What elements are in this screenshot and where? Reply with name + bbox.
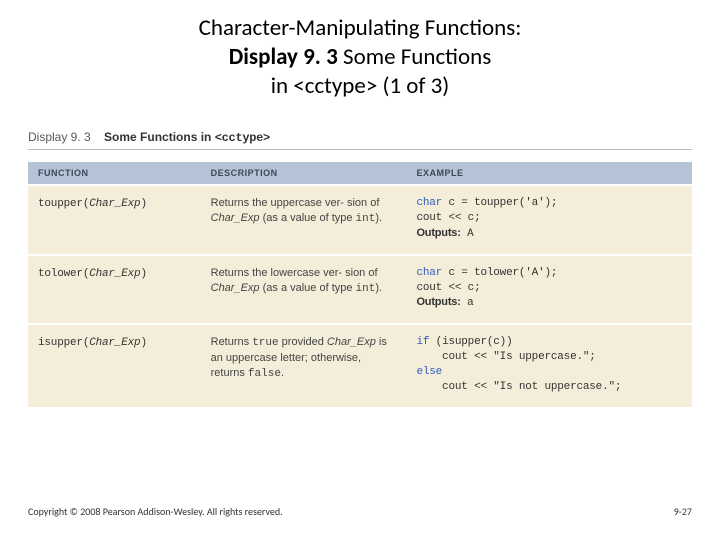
desc-arg: Char_Exp bbox=[211, 212, 260, 224]
cell-description: Returns the lowercase ver- sion of Char_… bbox=[201, 255, 407, 325]
fn-arg: Char_Exp bbox=[89, 198, 140, 210]
code-text: (isupper(c)) bbox=[429, 336, 512, 348]
desc-text: (as a value of type bbox=[260, 282, 356, 294]
desc-text: Returns the lowercase ver- sion of bbox=[211, 267, 378, 279]
desc-text: ). bbox=[375, 282, 382, 294]
desc-text: . bbox=[281, 367, 284, 379]
title-line-1: Character-Manipulating Functions: bbox=[28, 14, 692, 43]
page-number: 9-27 bbox=[674, 505, 692, 518]
cell-function: tolower(Char_Exp) bbox=[28, 255, 201, 325]
desc-text: ). bbox=[375, 212, 382, 224]
code-text: c = tolower('A'); bbox=[442, 267, 557, 279]
desc-kw: true bbox=[252, 337, 278, 349]
cell-example: if (isupper(c)) cout << "Is uppercase.";… bbox=[406, 324, 692, 406]
output-value: a bbox=[461, 297, 474, 309]
caption-prefix: Display 9. 3 bbox=[28, 130, 91, 144]
slide: Character-Manipulating Functions: Displa… bbox=[0, 0, 720, 540]
th-description: DESCRIPTION bbox=[201, 162, 407, 185]
output-value: A bbox=[461, 228, 474, 240]
desc-text: Returns the uppercase ver- sion of bbox=[211, 197, 380, 209]
th-function: FUNCTION bbox=[28, 162, 201, 185]
table-row: tolower(Char_Exp) Returns the lowercase … bbox=[28, 255, 692, 325]
desc-arg: Char_Exp bbox=[327, 336, 376, 348]
kw-if: if bbox=[416, 336, 429, 348]
kw-else: else bbox=[416, 366, 442, 378]
cell-function: isupper(Char_Exp) bbox=[28, 324, 201, 406]
copyright-text: Copyright © 2008 Pearson Addison-Wesley.… bbox=[28, 505, 283, 518]
desc-kw: int bbox=[356, 213, 376, 225]
fn-arg: Char_Exp bbox=[89, 337, 140, 349]
slide-title: Character-Manipulating Functions: Displa… bbox=[28, 14, 692, 100]
title-line-3: in <cctype> (1 of 3) bbox=[28, 72, 692, 101]
functions-table: FUNCTION DESCRIPTION EXAMPLE toupper(Cha… bbox=[28, 162, 692, 406]
cell-description: Returns the uppercase ver- sion of Char_… bbox=[201, 185, 407, 255]
code-text: cout << c; bbox=[416, 212, 480, 224]
desc-kw: int bbox=[356, 283, 376, 295]
table-header-row: FUNCTION DESCRIPTION EXAMPLE bbox=[28, 162, 692, 185]
output-label: Outputs: bbox=[416, 227, 460, 239]
desc-arg: Char_Exp bbox=[211, 282, 260, 294]
desc-kw: false bbox=[248, 368, 281, 380]
kw-char: char bbox=[416, 267, 442, 279]
desc-text: provided bbox=[279, 336, 327, 348]
table-row: toupper(Char_Exp) Returns the uppercase … bbox=[28, 185, 692, 255]
th-example: EXAMPLE bbox=[406, 162, 692, 185]
kw-char: char bbox=[416, 197, 442, 209]
cell-function: toupper(Char_Exp) bbox=[28, 185, 201, 255]
title-line-2-rest: Some Functions bbox=[338, 43, 491, 71]
caption-rule bbox=[28, 149, 692, 150]
desc-text: Returns bbox=[211, 336, 253, 348]
fn-name: toupper bbox=[38, 198, 83, 210]
display-caption: Display 9. 3 Some Functions in <cctype> bbox=[28, 130, 692, 145]
cell-example: char c = toupper('a'); cout << c; Output… bbox=[406, 185, 692, 255]
desc-text: (as a value of type bbox=[260, 212, 356, 224]
code-text: c = toupper('a'); bbox=[442, 197, 557, 209]
footer: Copyright © 2008 Pearson Addison-Wesley.… bbox=[28, 505, 692, 518]
cell-example: char c = tolower('A'); cout << c; Output… bbox=[406, 255, 692, 325]
caption-code: <cctype> bbox=[215, 131, 270, 145]
code-text: cout << c; bbox=[416, 282, 480, 294]
fn-arg: Char_Exp bbox=[89, 268, 140, 280]
fn-name: tolower bbox=[38, 268, 83, 280]
title-line-2-bold: Display 9. 3 bbox=[229, 43, 338, 71]
fn-name: isupper bbox=[38, 337, 83, 349]
code-text: cout << "Is uppercase."; bbox=[416, 351, 595, 363]
output-label: Outputs: bbox=[416, 296, 460, 308]
cell-description: Returns true provided Char_Exp is an upp… bbox=[201, 324, 407, 406]
title-line-2: Display 9. 3 Some Functions bbox=[28, 43, 692, 72]
code-text: cout << "Is not uppercase."; bbox=[416, 381, 621, 393]
table-row: isupper(Char_Exp) Returns true provided … bbox=[28, 324, 692, 406]
caption-mid: Some Functions in bbox=[104, 130, 211, 144]
